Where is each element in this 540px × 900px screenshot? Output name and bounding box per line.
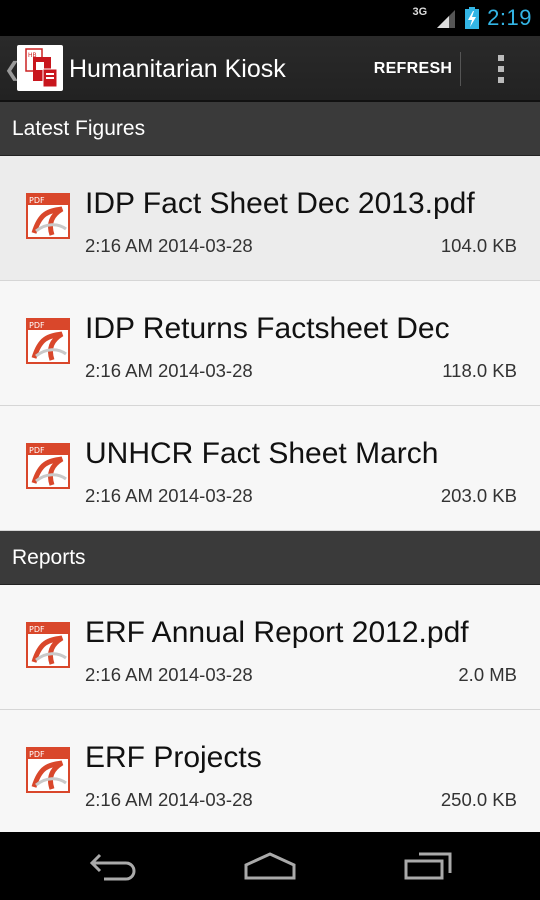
document-list[interactable]: Latest Figures PDF IDP Fact Sheet Dec 20… — [0, 102, 540, 832]
navigation-bar — [0, 832, 540, 900]
list-item[interactable]: PDF IDP Fact Sheet Dec 2013.pdf 2:16 AM … — [0, 156, 540, 281]
clock: 2:19 — [487, 5, 532, 30]
network-type: 3G — [412, 6, 428, 18]
item-date: 2:16 AM 2014-03-28 — [85, 789, 253, 810]
app-title: Humanitarian Kiosk — [69, 55, 286, 83]
item-date: 2:16 AM 2014-03-28 — [85, 664, 253, 685]
action-bar: ❮ HB Humanitarian Kiosk REFRESH — [0, 36, 540, 102]
pdf-label: PDF — [29, 196, 45, 205]
item-title: IDP Returns Factsheet Dec — [85, 312, 450, 345]
action-bar-divider — [460, 52, 461, 86]
back-icon[interactable] — [53, 832, 173, 900]
pdf-label: PDF — [29, 750, 45, 759]
refresh-button[interactable]: REFRESH — [366, 36, 460, 102]
battery-charging-icon — [465, 7, 480, 29]
item-size: 104.0 KB — [440, 235, 517, 256]
item-date: 2:16 AM 2014-03-28 — [85, 485, 253, 506]
signal-icon — [437, 10, 456, 28]
status-bar: 3G 2:19 — [0, 0, 540, 36]
item-date: 2:16 AM 2014-03-28 — [85, 360, 253, 381]
pdf-icon: PDF — [26, 318, 70, 364]
item-size: 118.0 KB — [442, 360, 517, 381]
status-icons: 3G 2:19 — [412, 0, 532, 36]
app-logo-icon[interactable]: HB — [17, 45, 63, 91]
pdf-icon: PDF — [26, 622, 70, 668]
recent-apps-icon[interactable] — [368, 832, 488, 900]
item-size: 203.0 KB — [440, 485, 517, 506]
pdf-icon: PDF — [26, 747, 70, 793]
list-item[interactable]: PDF ERF Annual Report 2012.pdf 2:16 AM 2… — [0, 585, 540, 710]
home-icon[interactable] — [210, 832, 330, 900]
item-size: 2.0 MB — [458, 664, 517, 685]
section-header-latest-figures: Latest Figures — [0, 102, 540, 156]
pdf-label: PDF — [29, 321, 45, 330]
item-date: 2:16 AM 2014-03-28 — [85, 235, 253, 256]
item-title: UNHCR Fact Sheet March — [85, 437, 439, 470]
pdf-icon: PDF — [26, 443, 70, 489]
pdf-label: PDF — [29, 625, 45, 634]
item-size: 250.0 KB — [440, 789, 517, 810]
item-title: ERF Annual Report 2012.pdf — [85, 616, 469, 649]
item-title: ERF Projects — [85, 741, 262, 774]
list-item[interactable]: PDF IDP Returns Factsheet Dec 2:16 AM 20… — [0, 281, 540, 406]
pdf-label: PDF — [29, 446, 45, 455]
list-item[interactable]: PDF UNHCR Fact Sheet March 2:16 AM 2014-… — [0, 406, 540, 531]
item-title: IDP Fact Sheet Dec 2013.pdf — [85, 187, 475, 220]
section-header-reports: Reports — [0, 531, 540, 585]
pdf-icon: PDF — [26, 193, 70, 239]
overflow-menu-icon[interactable] — [470, 36, 532, 102]
list-item[interactable]: PDF ERF Projects 2:16 AM 2014-03-28 250.… — [0, 710, 540, 832]
